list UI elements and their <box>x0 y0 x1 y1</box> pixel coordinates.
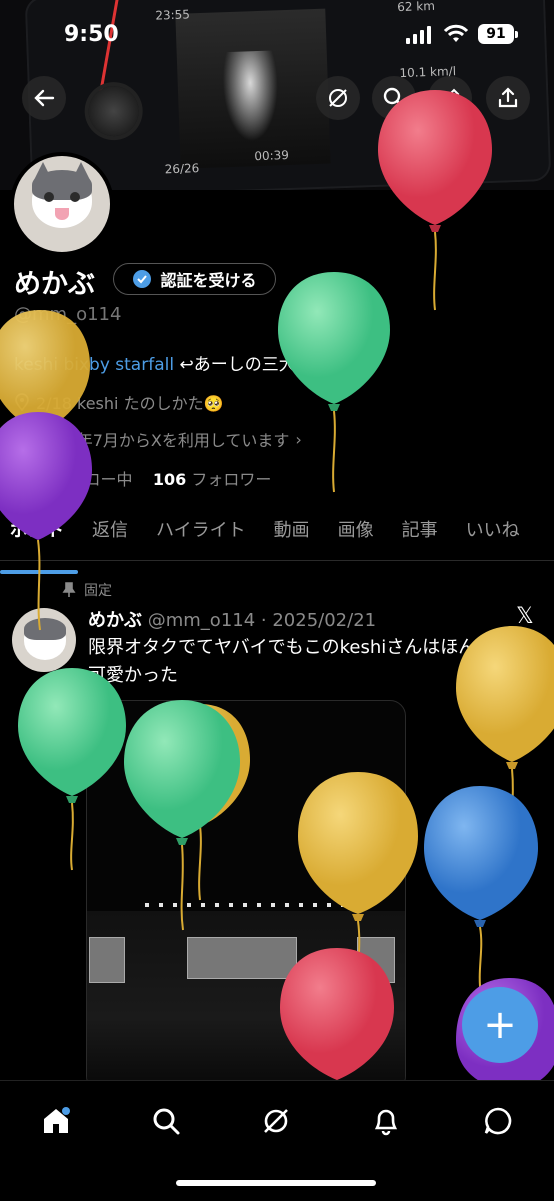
tweet-author-name[interactable]: めかぶ <box>88 610 142 631</box>
tab-videos[interactable]: 動画 <box>260 516 324 560</box>
pinned-indicator: 固定 <box>62 580 112 600</box>
grok-icon <box>329 89 347 107</box>
bio-link[interactable]: keshi bixby starfall <box>14 355 174 375</box>
profile-tabs: ポスト 返信 ハイライト 動画 画像 記事 いいね <box>0 516 554 574</box>
banner-elapsed: 00:39 <box>254 148 290 164</box>
nav-messages[interactable] <box>478 1101 518 1141</box>
wifi-icon <box>444 24 468 42</box>
message-icon <box>484 1107 512 1135</box>
tab-articles[interactable]: 記事 <box>388 516 452 560</box>
banner-clock: 23:55 <box>155 7 191 23</box>
pin-icon <box>62 582 76 597</box>
tab-images[interactable]: 画像 <box>324 516 388 560</box>
banner-track: 26/26 <box>164 161 200 177</box>
tweet-avatar[interactable] <box>12 608 76 672</box>
banner-distance: 62 km <box>396 0 436 15</box>
signal-icon <box>406 26 431 44</box>
search-button[interactable] <box>372 76 416 120</box>
tweet-media-image[interactable] <box>86 700 406 1092</box>
share-icon <box>498 87 518 108</box>
followers-link[interactable]: 106 フォロワー <box>153 470 272 489</box>
nav-notifications[interactable] <box>366 1101 406 1141</box>
battery-icon: 91 <box>478 24 518 44</box>
nav-home[interactable] <box>36 1101 76 1141</box>
back-button[interactable] <box>22 76 66 120</box>
profile-location: 2/18 keshi たのしかた🥺 <box>14 390 224 414</box>
compose-button[interactable]: + <box>462 987 538 1063</box>
bio-text: ↩あーしの三大欲求 <box>174 355 330 375</box>
edit-icon <box>440 88 460 108</box>
profile-bio: keshi bixby starfall ↩あーしの三大欲求 <box>14 350 330 375</box>
pinned-label: 固定 <box>84 583 112 599</box>
profile-joined: 2024年7月からXを利用しています › <box>14 427 302 451</box>
tab-posts[interactable]: ポスト <box>0 516 78 574</box>
edit-button[interactable] <box>428 76 472 120</box>
tweet-header: めかぶ @mm_o114 · 2025/02/21 <box>88 606 376 632</box>
tab-replies[interactable]: 返信 <box>78 516 142 560</box>
following-link[interactable]: 101 フォロー中 <box>14 470 133 489</box>
tweet-date: · 2025/02/21 <box>260 610 377 631</box>
tab-highlights[interactable]: ハイライト <box>142 516 260 560</box>
share-button[interactable] <box>486 76 530 120</box>
x-logo-icon: 𝕏 <box>516 604 534 629</box>
nav-search[interactable] <box>146 1101 186 1141</box>
verify-button[interactable]: 認証を受ける <box>113 263 276 295</box>
location-text: 2/18 keshi たのしかた🥺 <box>36 394 224 413</box>
tweet-text: 限界オタクでてヤバイでもこのkeshiさんはほんとに可愛かった <box>88 637 513 686</box>
tab-likes[interactable]: いいね <box>452 516 534 560</box>
profile-handle: @mm_o114 <box>14 304 122 325</box>
profile-name: めかぶ <box>14 269 95 300</box>
location-pin-icon <box>15 393 29 411</box>
verified-badge-icon <box>133 270 152 288</box>
verify-label: 認証を受ける <box>160 271 257 290</box>
home-icon <box>44 1107 70 1133</box>
joined-text: 2024年7月からXを利用しています <box>36 431 290 450</box>
chevron-right-icon: › <box>295 429 302 449</box>
status-bar: 9:50 91 <box>0 22 554 52</box>
status-time: 9:50 <box>64 22 119 47</box>
tweet-author-handle: @mm_o114 <box>147 610 256 631</box>
search-icon <box>153 1108 180 1135</box>
search-icon <box>383 87 405 109</box>
grok-button[interactable] <box>316 76 360 120</box>
calendar-icon <box>14 433 30 447</box>
balloon-green-top <box>278 272 390 493</box>
nav-grok[interactable] <box>256 1101 296 1141</box>
back-arrow-icon <box>34 89 55 107</box>
balloon-blue-right <box>424 786 538 996</box>
profile-avatar[interactable] <box>10 152 114 256</box>
grok-icon <box>264 1109 288 1133</box>
follow-stats: 101 フォロー中 106 フォロワー <box>14 466 271 490</box>
home-indicator <box>176 1180 376 1186</box>
bell-icon <box>374 1109 398 1136</box>
